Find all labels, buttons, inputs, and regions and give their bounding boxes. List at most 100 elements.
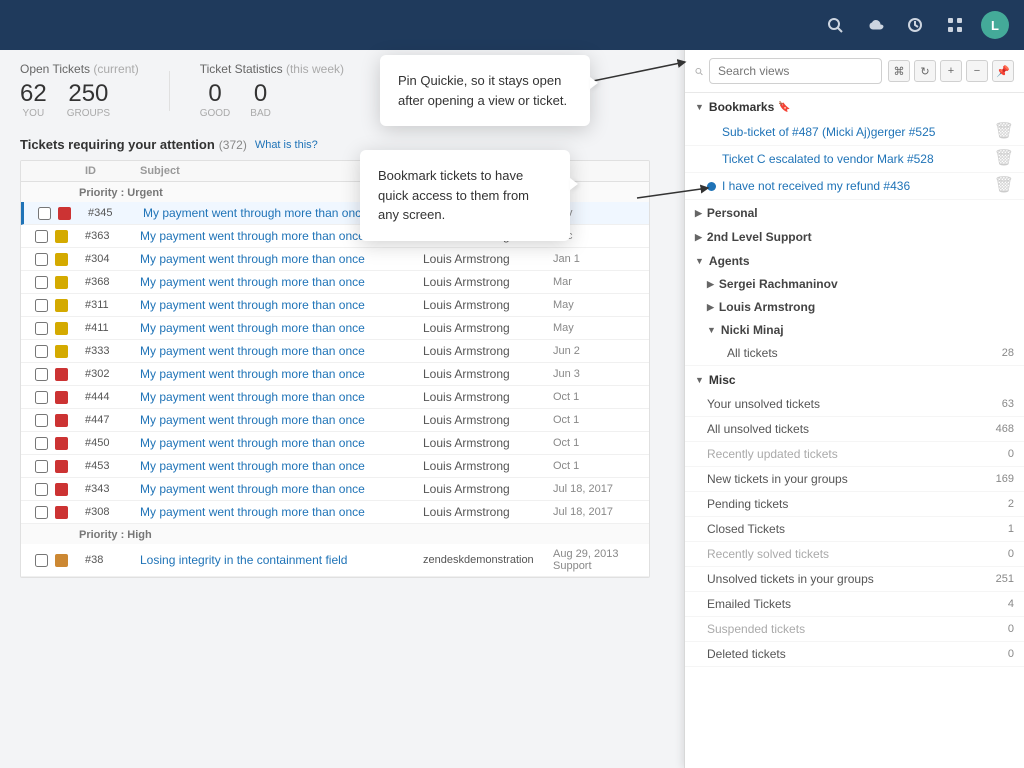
ticket-subject[interactable]: My payment went through more than once bbox=[140, 390, 423, 404]
ticket-subject[interactable]: My payment went through more than once bbox=[140, 298, 423, 312]
ticket-date: Mar bbox=[553, 276, 643, 288]
misc-view-item[interactable]: Your unsolved tickets63 bbox=[685, 392, 1024, 417]
ticket-id: #302 bbox=[85, 368, 140, 380]
ticket-subject[interactable]: My payment went through more than once bbox=[140, 321, 423, 335]
clock-icon[interactable] bbox=[901, 11, 929, 39]
pin-sidebar-btn[interactable]: 📌 bbox=[992, 60, 1014, 82]
table-row[interactable]: #368My payment went through more than on… bbox=[21, 271, 649, 294]
agents-section-header[interactable]: ▼ Agents bbox=[685, 248, 1024, 272]
checkbox-cell bbox=[27, 506, 55, 519]
ticket-date: Oct 1 bbox=[553, 391, 643, 403]
priority-indicator bbox=[55, 437, 68, 450]
search-icon[interactable] bbox=[821, 11, 849, 39]
ticket-requester: Louis Armstrong bbox=[423, 252, 553, 266]
refresh-btn[interactable]: ↻ bbox=[914, 60, 936, 82]
search-views-input[interactable] bbox=[709, 58, 882, 84]
table-row[interactable]: #333My payment went through more than on… bbox=[21, 340, 649, 363]
you-stat: 62 YOU bbox=[20, 80, 47, 119]
row-checkbox[interactable] bbox=[35, 460, 48, 473]
row-checkbox[interactable] bbox=[35, 391, 48, 404]
bookmarks-section-header[interactable]: ▼ Bookmarks 🔖 bbox=[685, 93, 1024, 119]
ticket-date: Oct 1 bbox=[553, 414, 643, 426]
ticket-subject[interactable]: My payment went through more than once bbox=[140, 344, 423, 358]
row-checkbox[interactable] bbox=[35, 345, 48, 358]
table-row[interactable]: #450My payment went through more than on… bbox=[21, 432, 649, 455]
urgent-rows: #345My payment went through more than on… bbox=[21, 202, 649, 524]
what-is-this-link[interactable]: What is this? bbox=[255, 139, 318, 151]
row-checkbox[interactable] bbox=[35, 253, 48, 266]
ticket-subject[interactable]: Losing integrity in the containment fiel… bbox=[140, 553, 423, 567]
nicki-all-tickets[interactable]: All tickets 28 bbox=[685, 341, 1024, 366]
keyboard-shortcut-btn[interactable]: ⌘ bbox=[888, 60, 910, 82]
table-row[interactable]: #308My payment went through more than on… bbox=[21, 501, 649, 524]
bookmark-items-list: Sub-ticket of #487 (Micki Aj)gerger #525… bbox=[685, 119, 1024, 200]
misc-view-item[interactable]: Pending tickets2 bbox=[685, 492, 1024, 517]
open-tickets-label: Open Tickets (current) bbox=[20, 62, 139, 76]
bookmark-item[interactable]: Sub-ticket of #487 (Micki Aj)gerger #525… bbox=[685, 119, 1024, 146]
misc-view-item[interactable]: Unsolved tickets in your groups251 bbox=[685, 567, 1024, 592]
priority-indicator bbox=[55, 460, 68, 473]
ticket-requester: Louis Armstrong bbox=[423, 482, 553, 496]
stat-divider bbox=[169, 71, 170, 111]
misc-view-item[interactable]: Recently solved tickets0 bbox=[685, 542, 1024, 567]
cloud-icon[interactable] bbox=[861, 11, 889, 39]
ticket-subject[interactable]: My payment went through more than once bbox=[140, 459, 423, 473]
bookmark-item[interactable]: Ticket C escalated to vendor Mark #528🗑 bbox=[685, 146, 1024, 173]
table-row[interactable]: #453My payment went through more than on… bbox=[21, 455, 649, 478]
misc-item-label: Emailed Tickets bbox=[707, 597, 989, 611]
agent-nicki[interactable]: ▼ Nicki Minaj bbox=[685, 318, 1024, 341]
misc-view-item[interactable]: Deleted tickets0 bbox=[685, 642, 1024, 667]
priority-indicator bbox=[55, 299, 68, 312]
grid-icon[interactable] bbox=[941, 11, 969, 39]
table-row[interactable]: #444My payment went through more than on… bbox=[21, 386, 649, 409]
misc-section-header[interactable]: ▼ Misc bbox=[685, 366, 1024, 392]
priority-indicator bbox=[55, 322, 68, 335]
row-checkbox[interactable] bbox=[35, 322, 48, 335]
ticket-subject[interactable]: My payment went through more than once bbox=[140, 367, 423, 381]
row-checkbox[interactable] bbox=[35, 368, 48, 381]
personal-section-header[interactable]: ▶ Personal bbox=[685, 200, 1024, 224]
add-btn[interactable]: + bbox=[940, 60, 962, 82]
ticket-subject[interactable]: My payment went through more than once bbox=[140, 275, 423, 289]
checkbox-cell bbox=[27, 483, 55, 496]
table-row[interactable]: #343My payment went through more than on… bbox=[21, 478, 649, 501]
second-level-section-header[interactable]: ▶ 2nd Level Support bbox=[685, 224, 1024, 248]
misc-view-item[interactable]: Emailed Tickets4 bbox=[685, 592, 1024, 617]
row-checkbox[interactable] bbox=[35, 554, 48, 567]
misc-view-item[interactable]: Recently updated tickets0 bbox=[685, 442, 1024, 467]
bookmark-item[interactable]: I have not received my refund #436🗑 bbox=[685, 173, 1024, 200]
ticket-subject[interactable]: My payment went through more than once bbox=[140, 482, 423, 496]
avatar[interactable]: L bbox=[981, 11, 1009, 39]
ticket-subject[interactable]: My payment went through more than once bbox=[140, 413, 423, 427]
row-checkbox[interactable] bbox=[35, 483, 48, 496]
table-row[interactable]: #447My payment went through more than on… bbox=[21, 409, 649, 432]
misc-view-item[interactable]: Suspended tickets0 bbox=[685, 617, 1024, 642]
agents-arrow: ▼ bbox=[695, 256, 704, 266]
row-checkbox[interactable] bbox=[35, 230, 48, 243]
row-checkbox[interactable] bbox=[35, 506, 48, 519]
table-row[interactable]: #311My payment went through more than on… bbox=[21, 294, 649, 317]
bookmark-icon: 🔖 bbox=[778, 102, 790, 113]
agent-sergei[interactable]: ▶ Sergei Rachmaninov bbox=[685, 272, 1024, 295]
misc-view-item[interactable]: Closed Tickets1 bbox=[685, 517, 1024, 542]
misc-view-item[interactable]: New tickets in your groups169 bbox=[685, 467, 1024, 492]
ticket-subject[interactable]: My payment went through more than once bbox=[140, 505, 423, 519]
row-checkbox[interactable] bbox=[35, 299, 48, 312]
delete-bookmark-btn[interactable]: 🗑 bbox=[994, 124, 1014, 140]
delete-bookmark-btn[interactable]: 🗑 bbox=[994, 178, 1014, 194]
checkbox-cell bbox=[27, 299, 55, 312]
row-checkbox[interactable] bbox=[35, 414, 48, 427]
table-row[interactable]: #304My payment went through more than on… bbox=[21, 248, 649, 271]
table-row[interactable]: #38Losing integrity in the containment f… bbox=[21, 544, 649, 577]
row-checkbox[interactable] bbox=[35, 437, 48, 450]
ticket-subject[interactable]: My payment went through more than once bbox=[140, 436, 423, 450]
agent-louis[interactable]: ▶ Louis Armstrong bbox=[685, 295, 1024, 318]
remove-btn[interactable]: − bbox=[966, 60, 988, 82]
row-checkbox[interactable] bbox=[35, 276, 48, 289]
misc-view-item[interactable]: All unsolved tickets468 bbox=[685, 417, 1024, 442]
delete-bookmark-btn[interactable]: 🗑 bbox=[994, 151, 1014, 167]
table-row[interactable]: #411My payment went through more than on… bbox=[21, 317, 649, 340]
row-checkbox[interactable] bbox=[38, 207, 51, 220]
ticket-subject[interactable]: My payment went through more than once bbox=[140, 252, 423, 266]
table-row[interactable]: #302My payment went through more than on… bbox=[21, 363, 649, 386]
